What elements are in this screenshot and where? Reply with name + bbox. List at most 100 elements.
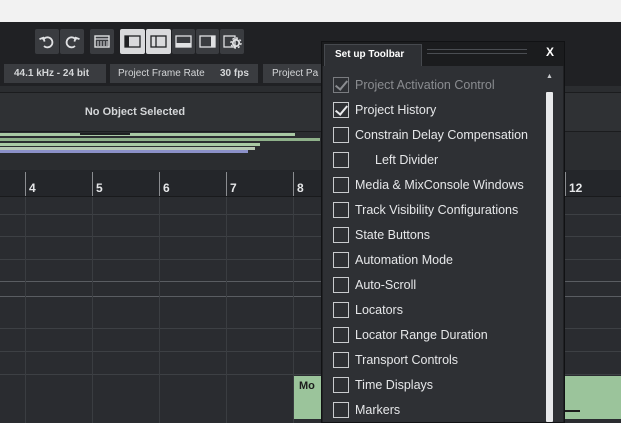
- toolbar-option-item[interactable]: State Buttons: [333, 224, 539, 246]
- toolbar-option-label: Constrain Delay Compensation: [355, 128, 529, 142]
- left-zone-toggle[interactable]: [120, 29, 145, 54]
- project-pan-display[interactable]: Project Pa: [263, 64, 323, 83]
- dialog-header: Set up Toolbar X: [322, 42, 564, 66]
- toolbar-option-label: Track Visibility Configurations: [355, 203, 519, 217]
- toolbar-option-item[interactable]: Locators: [333, 299, 539, 321]
- grid-line: [226, 197, 227, 423]
- dialog-body: Project Activation Control Project Histor…: [323, 66, 563, 422]
- toolbar-option-item[interactable]: Locator Range Duration: [333, 324, 539, 346]
- toolbar-option-label: Left Divider: [375, 153, 439, 167]
- checkbox[interactable]: [333, 127, 349, 143]
- ruler-bar-number: 6: [163, 181, 170, 195]
- checkbox[interactable]: [333, 352, 349, 368]
- toolbar-settings-icon: [223, 35, 242, 49]
- toolbar-option-label: Project Activation Control: [355, 78, 495, 92]
- scrollbar-thumb[interactable]: [546, 92, 553, 422]
- toolbar-option-label: Time Displays: [355, 378, 434, 392]
- left-zone-icon: [124, 35, 141, 48]
- checkbox[interactable]: [333, 227, 349, 243]
- media-bay-button[interactable]: [90, 29, 114, 54]
- toolbar-option-item[interactable]: Constrain Delay Compensation: [333, 124, 539, 146]
- checkbox[interactable]: [333, 302, 349, 318]
- dialog-title-tab[interactable]: Set up Toolbar: [324, 44, 422, 66]
- ruler-tick: [159, 172, 160, 196]
- checkbox[interactable]: [333, 377, 349, 393]
- media-bay-icon: [94, 35, 110, 48]
- setup-toolbar-dialog: Set up Toolbar X Project Activation Cont…: [321, 41, 565, 423]
- checked-checkbox: [333, 77, 349, 93]
- project-frame-rate-display[interactable]: Project Frame Rate 30 fps: [110, 64, 258, 83]
- ruler-tick: [92, 172, 93, 196]
- toolbar-option-item[interactable]: Transport Controls: [333, 349, 539, 371]
- toolbar-item-list: Project Activation Control Project Histor…: [323, 66, 541, 422]
- checkbox[interactable]: [333, 252, 349, 268]
- toolbar-option-item[interactable]: Project History: [333, 99, 539, 121]
- frame-rate-value: 30 fps: [220, 68, 249, 79]
- toolbar-option-label: Locators: [355, 303, 403, 317]
- clip-label: Mo: [299, 380, 315, 392]
- right-zone-icon: [199, 35, 216, 48]
- checkbox[interactable]: [333, 177, 349, 193]
- grid-line: [25, 197, 26, 423]
- overview-track-bar: [0, 133, 295, 136]
- ruler-tick: [25, 172, 26, 196]
- project-pan-label: Project Pa: [272, 68, 319, 79]
- scrollbar[interactable]: ▲: [544, 72, 555, 422]
- sample-rate-value: 44.1 kHz - 24 bit: [14, 68, 90, 79]
- toolbar-settings-button[interactable]: [220, 29, 244, 54]
- ruler-bar-number: 8: [297, 181, 304, 195]
- lower-zone-toggle[interactable]: [172, 29, 195, 54]
- overview-track-bar: [0, 150, 248, 153]
- toolbar-option-item[interactable]: Time Displays: [333, 374, 539, 396]
- toolbar-option-label: Media & MixConsole Windows: [355, 178, 524, 192]
- toolbar-option-label: Project History: [355, 103, 437, 117]
- ruler-tick: [226, 172, 227, 196]
- dialog-grip-line: [427, 53, 527, 54]
- grid-line: [159, 197, 160, 423]
- toolbar-option-label: Transport Controls: [355, 353, 459, 367]
- toolbar-option-label: Markers: [355, 403, 401, 417]
- grid-line: [92, 197, 93, 423]
- undo-button[interactable]: [35, 29, 59, 54]
- redo-icon: [65, 36, 80, 49]
- checkbox[interactable]: [333, 402, 349, 418]
- scroll-up-icon[interactable]: ▲: [544, 72, 555, 82]
- ruler-bar-number: 4: [29, 181, 36, 195]
- toolbar-option-label: Locator Range Duration: [355, 328, 488, 342]
- checkbox[interactable]: [333, 202, 349, 218]
- toolbar-option-label: State Buttons: [355, 228, 431, 242]
- overview-track-bar: [0, 143, 260, 146]
- dialog-grip-line: [427, 49, 527, 50]
- ruler-tick: [565, 172, 566, 196]
- toolbar-option-item: Project Activation Control: [333, 74, 539, 96]
- ruler-tick: [293, 172, 294, 196]
- toolbar-option-label: Automation Mode: [355, 253, 453, 267]
- right-zone-toggle[interactable]: [196, 29, 219, 54]
- checked-checkbox[interactable]: [333, 102, 349, 118]
- no-object-selected-text: No Object Selected: [84, 106, 186, 118]
- close-button[interactable]: X: [546, 45, 554, 59]
- toolbar-option-item[interactable]: Auto-Scroll: [333, 274, 539, 296]
- checkbox[interactable]: [333, 152, 349, 168]
- right-zone-panel-icon: [150, 35, 167, 48]
- redo-button[interactable]: [60, 29, 84, 54]
- toolbar-option-item[interactable]: Left Divider: [333, 149, 539, 171]
- toolbar-option-item[interactable]: Media & MixConsole Windows: [333, 174, 539, 196]
- lower-zone-icon: [175, 35, 192, 48]
- toolbar-option-item[interactable]: Track Visibility Configurations: [333, 199, 539, 221]
- right-zone-panel-toggle[interactable]: [146, 29, 171, 54]
- undo-icon: [39, 36, 54, 49]
- ruler-bar-number: 5: [96, 181, 103, 195]
- checkbox[interactable]: [333, 277, 349, 293]
- overview-track-gap: [80, 133, 130, 135]
- toolbar-option-label: Auto-Scroll: [355, 278, 417, 292]
- ruler-bar-number: 7: [230, 181, 237, 195]
- ruler-bar-number: 12: [569, 181, 583, 195]
- window-top-strip: [0, 0, 621, 22]
- overview-track-bar: [0, 138, 320, 141]
- sample-rate-display[interactable]: 44.1 kHz - 24 bit: [4, 64, 106, 83]
- checkbox[interactable]: [333, 327, 349, 343]
- toolbar-option-item[interactable]: Markers: [333, 399, 539, 421]
- toolbar-option-item[interactable]: Automation Mode: [333, 249, 539, 271]
- frame-rate-label: Project Frame Rate: [118, 68, 205, 79]
